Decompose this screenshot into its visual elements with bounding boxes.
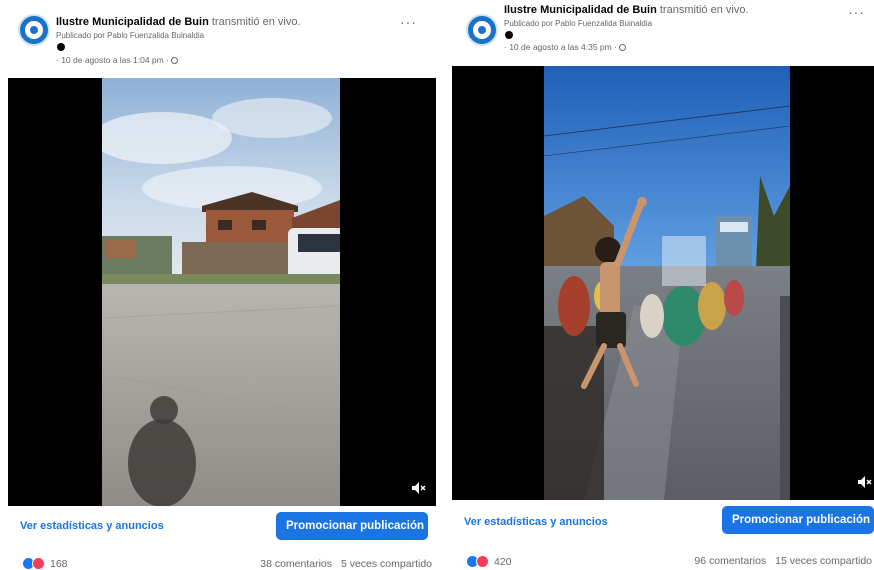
volume-muted-icon[interactable] <box>858 476 872 488</box>
love-reaction-icon <box>476 555 489 568</box>
published-by: Publicado por Pablo Fuenzalida Buinaldia <box>504 19 653 28</box>
shares-count-link[interactable]: 5 veces compartido <box>341 558 432 570</box>
video-frame-street <box>102 78 340 506</box>
post-date-text: · 10 de agosto a las 1:04 pm · <box>56 55 169 65</box>
post-action-text: transmitió en vivo. <box>211 16 301 28</box>
post-date[interactable]: · 10 de agosto a las 1:04 pm · <box>56 55 178 65</box>
reactions-count: 420 <box>494 555 512 568</box>
view-insights-link[interactable]: Ver estadísticas y anuncios <box>464 516 608 528</box>
reactions-summary[interactable]: 168 <box>22 557 68 570</box>
live-post-2: Ilustre Municipalidad de Buin transmitió… <box>448 0 874 570</box>
parade-scene-image <box>544 66 790 500</box>
municipality-logo-icon <box>25 21 43 39</box>
post-title-line: Ilustre Municipalidad de Buin transmitió… <box>504 4 749 16</box>
shares-count-link[interactable]: 15 veces compartido <box>775 555 872 567</box>
published-by: Publicado por Pablo Fuenzalida Buinaldia <box>56 31 205 40</box>
more-options-button[interactable]: ··· <box>848 4 865 20</box>
comments-count-link[interactable]: 38 comentarios <box>260 558 332 570</box>
post-header: Ilustre Municipalidad de Buin transmitió… <box>0 0 440 74</box>
post-date-text: · 10 de agosto a las 4:35 pm · <box>504 42 617 52</box>
love-reaction-icon <box>32 557 45 570</box>
audience-dot-icon <box>57 43 65 51</box>
page-name-link[interactable]: Ilustre Municipalidad de Buin <box>56 16 209 28</box>
reactions-count: 168 <box>50 557 68 570</box>
more-options-button[interactable]: ··· <box>400 14 417 30</box>
post-title-line: Ilustre Municipalidad de Buin transmitió… <box>56 16 301 28</box>
globe-icon <box>170 57 178 64</box>
reactions-summary[interactable]: 420 <box>466 555 512 568</box>
view-insights-link[interactable]: Ver estadísticas y anuncios <box>20 520 164 532</box>
video-frame-parade <box>544 66 790 500</box>
post-header: Ilustre Municipalidad de Buin transmitió… <box>448 0 874 74</box>
volume-muted-icon[interactable] <box>412 482 426 494</box>
promote-post-button[interactable]: Promocionar publicación <box>722 506 874 534</box>
live-post-1: Ilustre Municipalidad de Buin transmitió… <box>0 0 440 570</box>
post-date[interactable]: · 10 de agosto a las 4:35 pm · <box>504 42 626 52</box>
post-actions-row: Ver estadísticas y anuncios Promocionar … <box>448 504 874 538</box>
audience-dot-icon <box>505 31 513 39</box>
post-action-text: transmitió en vivo. <box>659 4 749 16</box>
comments-count-link[interactable]: 96 comentarios <box>694 555 766 567</box>
live-video[interactable] <box>452 66 874 500</box>
post-actions-row: Ver estadísticas y anuncios Promocionar … <box>0 510 440 544</box>
page-avatar[interactable] <box>18 14 50 46</box>
engagement-counts: 96 comentarios 15 veces compartido <box>694 555 872 567</box>
globe-icon <box>618 44 626 51</box>
live-video[interactable] <box>8 78 436 506</box>
post-footer: 168 38 comentarios 5 veces compartido <box>0 556 440 570</box>
municipality-logo-icon <box>473 21 491 39</box>
promote-post-button[interactable]: Promocionar publicación <box>276 512 428 540</box>
engagement-counts: 38 comentarios 5 veces compartido <box>260 558 432 570</box>
page-avatar[interactable] <box>466 14 498 46</box>
post-footer: 420 96 comentarios 15 veces compartido <box>448 552 874 570</box>
page-name-link[interactable]: Ilustre Municipalidad de Buin <box>504 4 657 16</box>
street-scene-image <box>102 78 340 506</box>
